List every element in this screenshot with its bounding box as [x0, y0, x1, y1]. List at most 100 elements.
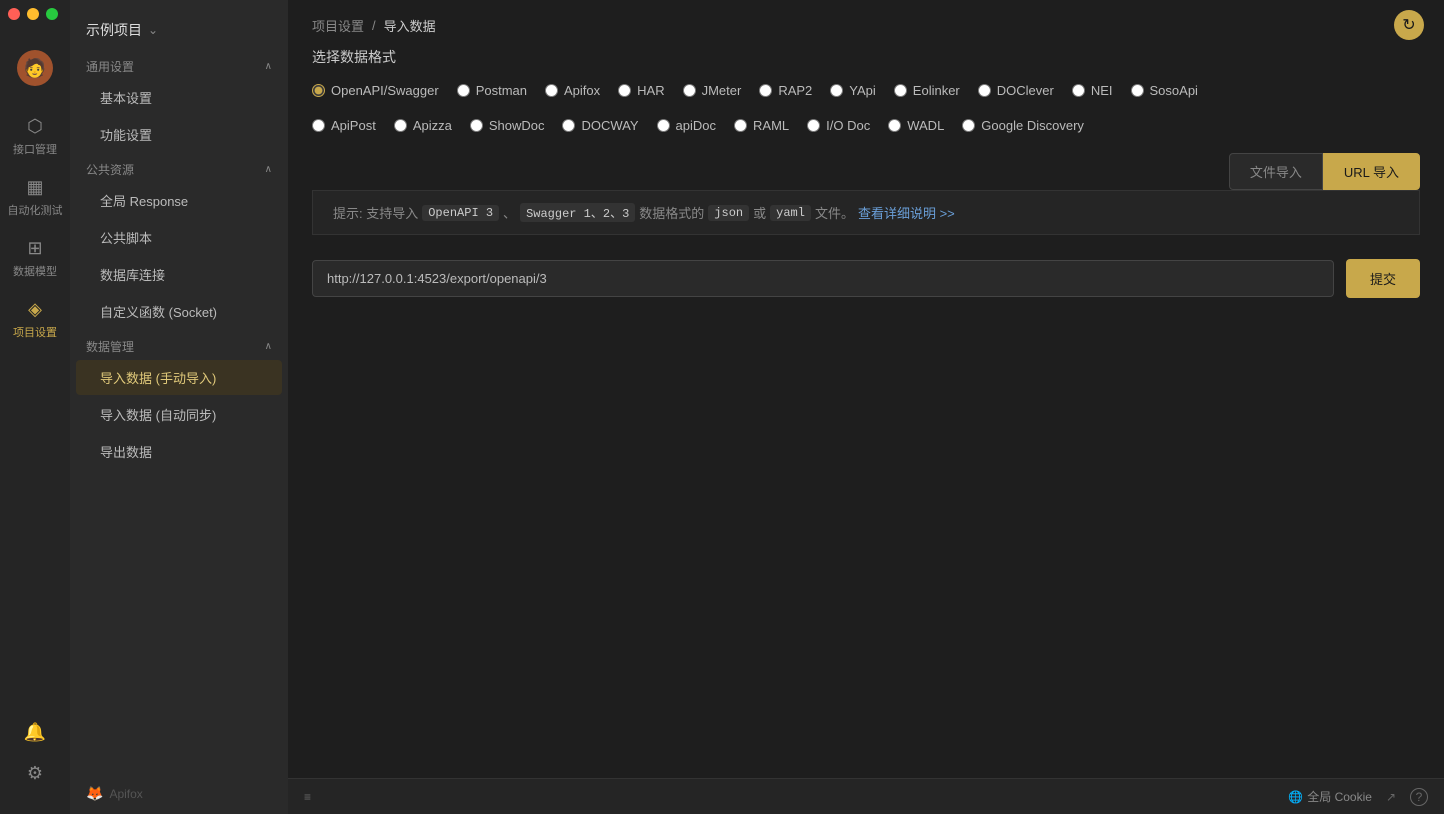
format-label-rap2: RAP2 [778, 83, 812, 98]
format-label-googlediscovery: Google Discovery [981, 118, 1084, 133]
section-general-arrow-icon: ∧ [265, 61, 272, 72]
format-option-postman[interactable]: Postman [457, 83, 527, 98]
breadcrumb-separator: / [372, 18, 376, 33]
sidebar-item-global-response[interactable]: 全局 Response [76, 183, 282, 218]
format-option-jmeter[interactable]: JMeter [683, 83, 742, 98]
sidebar-item-basic-settings[interactable]: 基本设置 [76, 80, 282, 115]
rail-item-datamodel[interactable]: ⊞ 数据模型 [0, 228, 70, 289]
format-option-sosoapi[interactable]: SosoApi [1131, 83, 1198, 98]
format-radio-doclever[interactable] [978, 84, 991, 97]
format-radio-postman[interactable] [457, 84, 470, 97]
format-option-har[interactable]: HAR [618, 83, 664, 98]
format-radio-docway[interactable] [562, 119, 575, 132]
sidebar-item-public-scripts[interactable]: 公共脚本 [76, 220, 282, 255]
global-cookie-button[interactable]: 🌐 全局 Cookie [1288, 788, 1372, 805]
sidebar-item-custom-functions[interactable]: 自定义函数 (Socket) [76, 294, 282, 329]
close-button[interactable] [8, 8, 20, 20]
sidebar-label-public-scripts: 公共脚本 [100, 231, 152, 246]
format-radio-wadl[interactable] [888, 119, 901, 132]
section-data-label: 数据管理 [86, 338, 134, 355]
refresh-button[interactable]: ↻ [1394, 10, 1424, 40]
sidebar-item-import-manual[interactable]: 导入数据 (手动导入) [76, 360, 282, 395]
format-radio-iodoc[interactable] [807, 119, 820, 132]
format-label-raml: RAML [753, 118, 789, 133]
format-radio-nei[interactable] [1072, 84, 1085, 97]
bottom-left-icon[interactable]: ≡ [304, 790, 311, 804]
format-radio-sosoapi[interactable] [1131, 84, 1144, 97]
format-option-openapi[interactable]: OpenAPI/Swagger [312, 83, 439, 98]
format-label-yapi: YApi [849, 83, 876, 98]
format-option-docway[interactable]: DOCWAY [562, 118, 638, 133]
format-option-apifox[interactable]: Apifox [545, 83, 600, 98]
project-chevron-icon: ⌄ [148, 23, 158, 37]
section-public-label: 公共资源 [86, 161, 134, 178]
share-icon[interactable]: ↗ [1386, 790, 1396, 804]
submit-button[interactable]: 提交 [1346, 259, 1420, 298]
tab-file-import[interactable]: 文件导入 [1229, 153, 1323, 190]
format-radio-har[interactable] [618, 84, 631, 97]
format-option-raml[interactable]: RAML [734, 118, 789, 133]
format-option-eolinker[interactable]: Eolinker [894, 83, 960, 98]
hint-code-json: json [708, 205, 749, 221]
icon-rail: 🧑 ⬡ 接口管理 ▦ 自动化测试 ⊞ 数据模型 ◈ 项目设置 🔔 ⚙ [0, 0, 70, 814]
tab-url-import[interactable]: URL 导入 [1323, 153, 1420, 190]
help-icon[interactable]: ? [1410, 788, 1428, 806]
breadcrumb: 项目设置 / 导入数据 [288, 0, 1444, 47]
import-tabs: 文件导入 URL 导入 [1229, 153, 1420, 190]
rail-item-interface[interactable]: ⬡ 接口管理 [0, 106, 70, 167]
format-radio-apidoc[interactable] [657, 119, 670, 132]
avatar[interactable]: 🧑 [17, 50, 53, 86]
format-radio-apipost[interactable] [312, 119, 325, 132]
format-option-yapi[interactable]: YApi [830, 83, 876, 98]
format-option-showdoc[interactable]: ShowDoc [470, 118, 545, 133]
project-selector[interactable]: 示例项目 ⌄ [70, 10, 288, 50]
format-radio-apifox[interactable] [545, 84, 558, 97]
format-radio-showdoc[interactable] [470, 119, 483, 132]
sidebar-item-db-connection[interactable]: 数据库连接 [76, 257, 282, 292]
project-name: 示例项目 [86, 20, 142, 40]
format-radio-jmeter[interactable] [683, 84, 696, 97]
format-option-rap2[interactable]: RAP2 [759, 83, 812, 98]
format-option-apizza[interactable]: Apizza [394, 118, 452, 133]
format-radio-googlediscovery[interactable] [962, 119, 975, 132]
section-public-resources[interactable]: 公共资源 ∧ [70, 153, 288, 182]
apifox-logo-icon: 🦊 [86, 785, 103, 802]
hint-code-swagger: Swagger 1、2、3 [520, 203, 635, 222]
hint-link[interactable]: 查看详细说明 >> [858, 203, 955, 222]
breadcrumb-parent[interactable]: 项目设置 [312, 16, 364, 35]
rail-label-settings: 项目设置 [13, 324, 57, 340]
section-data-management[interactable]: 数据管理 ∧ [70, 330, 288, 359]
format-option-wadl[interactable]: WADL [888, 118, 944, 133]
url-input[interactable] [312, 260, 1334, 297]
maximize-button[interactable] [46, 8, 58, 20]
format-radio-rap2[interactable] [759, 84, 772, 97]
format-radio-apizza[interactable] [394, 119, 407, 132]
sidebar-label-import-manual: 导入数据 (手动导入) [100, 371, 216, 386]
format-label-har: HAR [637, 83, 664, 98]
sidebar-footer-label: Apifox [109, 787, 142, 801]
format-option-doclever[interactable]: DOClever [978, 83, 1054, 98]
format-option-iodoc[interactable]: I/O Doc [807, 118, 870, 133]
format-radio-openapi[interactable] [312, 84, 325, 97]
hint-sep1: 、 [503, 203, 516, 222]
sidebar-label-global-response: 全局 Response [100, 194, 188, 209]
format-option-apidoc[interactable]: apiDoc [657, 118, 716, 133]
sidebar-item-function-settings[interactable]: 功能设置 [76, 117, 282, 152]
sidebar-item-import-auto[interactable]: 导入数据 (自动同步) [76, 397, 282, 432]
rail-item-settings[interactable]: ◈ 项目设置 [0, 289, 70, 350]
sidebar-item-export[interactable]: 导出数据 [76, 434, 282, 469]
format-option-googlediscovery[interactable]: Google Discovery [962, 118, 1084, 133]
rail-item-global-settings[interactable]: ⚙ [0, 753, 70, 794]
format-label-docway: DOCWAY [581, 118, 638, 133]
section-general-settings[interactable]: 通用设置 ∧ [70, 50, 288, 79]
rail-item-autotest[interactable]: ▦ 自动化测试 [0, 167, 70, 228]
format-radio-eolinker[interactable] [894, 84, 907, 97]
format-option-nei[interactable]: NEI [1072, 83, 1113, 98]
minimize-button[interactable] [27, 8, 39, 20]
format-radio-yapi[interactable] [830, 84, 843, 97]
format-option-apipost[interactable]: ApiPost [312, 118, 376, 133]
format-options-row1: OpenAPI/Swagger Postman Apifox HAR JMete… [312, 83, 1420, 98]
rail-item-notification[interactable]: 🔔 [0, 712, 70, 753]
format-label-apifox: Apifox [564, 83, 600, 98]
format-radio-raml[interactable] [734, 119, 747, 132]
